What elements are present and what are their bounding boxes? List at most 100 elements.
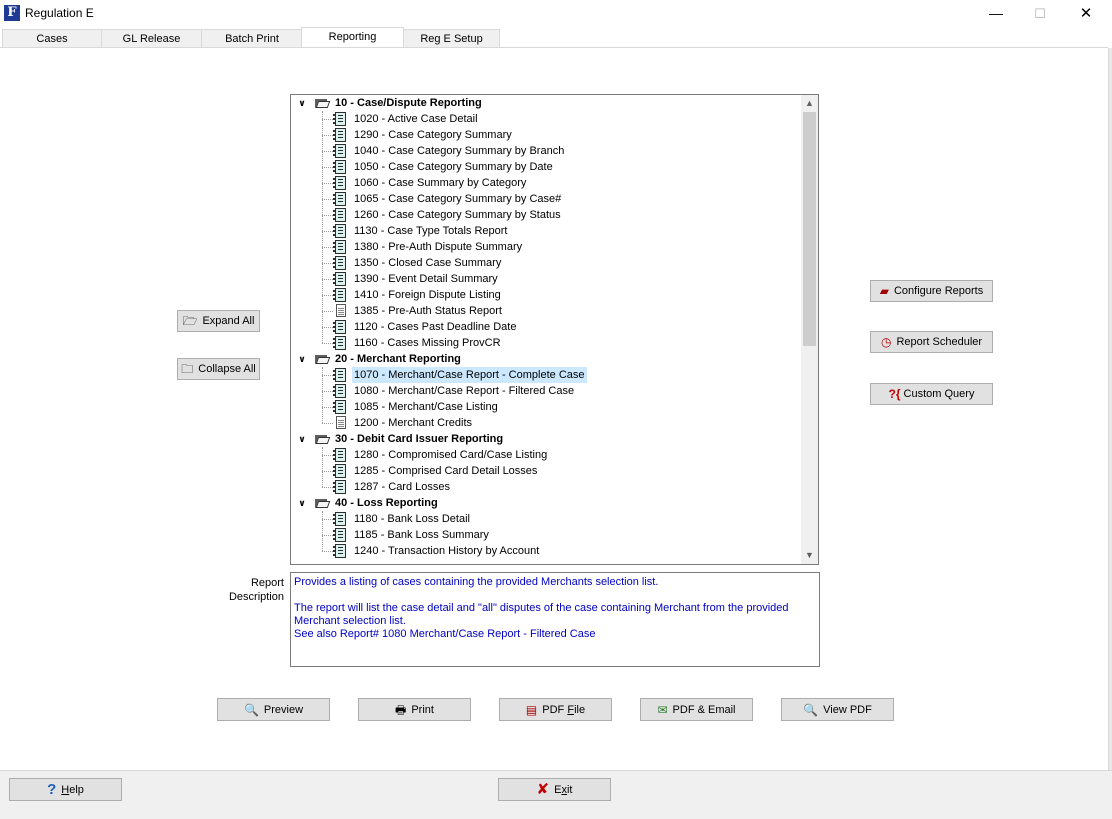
tree-connector bbox=[322, 407, 333, 408]
configure-reports-button[interactable]: ▰ Configure Reports bbox=[870, 280, 993, 302]
chevron-down-icon[interactable]: ∨ bbox=[297, 495, 307, 511]
tree-item-label: 1070 - Merchant/Case Report - Complete C… bbox=[352, 367, 587, 383]
tree-connector bbox=[322, 367, 323, 423]
tree-item[interactable]: 1185 - Bank Loss Summary bbox=[291, 527, 801, 543]
configure-reports-label: Configure Reports bbox=[893, 285, 984, 297]
scroll-down-icon[interactable]: ▼ bbox=[801, 547, 818, 564]
report-tree[interactable]: ∨ 10 - Case/Dispute Reporting 1020 - Activ… bbox=[290, 94, 819, 565]
help-button[interactable]: ? Help bbox=[9, 778, 122, 801]
pdf-file-button[interactable]: ▤ PDF File bbox=[499, 698, 612, 721]
tree-group-label: 30 - Debit Card Issuer Reporting bbox=[335, 433, 504, 445]
minimize-button[interactable]: — bbox=[973, 0, 1019, 27]
collapse-all-button[interactable]: 🗀 Collapse All bbox=[177, 358, 260, 380]
tree-item[interactable]: 1385 - Pre-Auth Status Report bbox=[291, 303, 801, 319]
close-button[interactable]: ✕ bbox=[1063, 0, 1109, 27]
chevron-down-icon[interactable]: ∨ bbox=[297, 351, 307, 367]
tree-item[interactable]: 1060 - Case Summary by Category bbox=[291, 175, 801, 191]
tree-group[interactable]: ∨ 30 - Debit Card Issuer Reporting bbox=[291, 431, 801, 447]
tree-item[interactable]: 1120 - Cases Past Deadline Date bbox=[291, 319, 801, 335]
print-button[interactable]: 🖶 Print bbox=[358, 698, 471, 721]
view-pdf-label: View PDF bbox=[823, 703, 872, 716]
report-icon bbox=[333, 160, 346, 174]
tree-item[interactable]: 1080 - Merchant/Case Report - Filtered C… bbox=[291, 383, 801, 399]
tree-item-label: 1240 - Transaction History by Account bbox=[354, 545, 540, 557]
tree-item[interactable]: 1287 - Card Losses bbox=[291, 479, 801, 495]
chevron-down-icon[interactable]: ∨ bbox=[297, 95, 307, 111]
document-icon bbox=[336, 304, 346, 317]
tree-item[interactable]: 1240 - Transaction History by Account bbox=[291, 543, 801, 559]
tab-gl-release[interactable]: GL Release bbox=[101, 29, 202, 47]
tab-batch-print[interactable]: Batch Print bbox=[201, 29, 303, 47]
tree-item-label: 1080 - Merchant/Case Report - Filtered C… bbox=[354, 385, 575, 397]
configure-icon: ▰ bbox=[879, 284, 889, 298]
tree-item[interactable]: 1260 - Case Category Summary by Status bbox=[291, 207, 801, 223]
tree-item-label: 1380 - Pre-Auth Dispute Summary bbox=[354, 241, 523, 253]
tree-item-label: 1385 - Pre-Auth Status Report bbox=[354, 305, 502, 317]
tree-group[interactable]: ∨ 20 - Merchant Reporting bbox=[291, 351, 801, 367]
tree-group-label: 10 - Case/Dispute Reporting bbox=[335, 97, 482, 109]
maximize-button[interactable]: ☐ bbox=[1017, 0, 1063, 27]
tree-item[interactable]: 1380 - Pre-Auth Dispute Summary bbox=[291, 239, 801, 255]
report-icon bbox=[333, 256, 346, 270]
tree-item[interactable]: 1350 - Closed Case Summary bbox=[291, 255, 801, 271]
tree-group[interactable]: ∨ 10 - Case/Dispute Reporting bbox=[291, 95, 801, 111]
tree-item-label: 1020 - Active Case Detail bbox=[354, 113, 478, 125]
tree-group[interactable]: ∨ 40 - Loss Reporting bbox=[291, 495, 801, 511]
exit-button[interactable]: ✘ Exit bbox=[498, 778, 611, 801]
tree-item[interactable]: 1065 - Case Category Summary by Case# bbox=[291, 191, 801, 207]
tree-item-label: 1410 - Foreign Dispute Listing bbox=[354, 289, 501, 301]
chevron-down-icon[interactable]: ∨ bbox=[297, 431, 307, 447]
tree-item[interactable]: 1290 - Case Category Summary bbox=[291, 127, 801, 143]
tree-item[interactable]: 1280 - Compromised Card/Case Listing bbox=[291, 447, 801, 463]
report-icon bbox=[333, 240, 346, 254]
tree-item[interactable]: 1040 - Case Category Summary by Branch bbox=[291, 143, 801, 159]
tab-divider bbox=[0, 47, 1108, 48]
tree-item[interactable]: 1410 - Foreign Dispute Listing bbox=[291, 287, 801, 303]
open-folder-icon: 🗁 bbox=[182, 314, 198, 328]
tree-group-label: 40 - Loss Reporting bbox=[335, 497, 438, 509]
tree-connector bbox=[322, 151, 333, 152]
preview-button[interactable]: 🔍 Preview bbox=[217, 698, 330, 721]
tree-item[interactable]: 1160 - Cases Missing ProvCR bbox=[291, 335, 801, 351]
open-folder-icon bbox=[315, 354, 331, 364]
tree-item-label: 1065 - Case Category Summary by Case# bbox=[354, 193, 562, 205]
help-label: Help bbox=[61, 783, 84, 796]
tree-item-label: 1185 - Bank Loss Summary bbox=[354, 529, 489, 541]
scroll-up-icon[interactable]: ▲ bbox=[801, 95, 818, 112]
tab-reporting[interactable]: Reporting bbox=[301, 27, 404, 48]
query-icon: ?{ bbox=[888, 387, 901, 401]
tree-item[interactable]: 1285 - Comprised Card Detail Losses bbox=[291, 463, 801, 479]
tree-item[interactable]: 1070 - Merchant/Case Report - Complete C… bbox=[291, 367, 801, 383]
tree-item-label: 1180 - Bank Loss Detail bbox=[354, 513, 470, 525]
view-pdf-button[interactable]: 🔍 View PDF bbox=[781, 698, 894, 721]
tree-item[interactable]: 1050 - Case Category Summary by Date bbox=[291, 159, 801, 175]
tree-connector bbox=[322, 183, 333, 184]
exit-label: Exit bbox=[554, 783, 573, 796]
exit-x-icon: ✘ bbox=[536, 780, 550, 798]
tab-cases[interactable]: Cases bbox=[2, 29, 102, 47]
tree-connector bbox=[322, 215, 333, 216]
pdf-email-button[interactable]: ✉ PDF & Email bbox=[640, 698, 753, 721]
tree-connector bbox=[322, 119, 333, 120]
open-folder-icon bbox=[315, 498, 331, 508]
tree-item[interactable]: 1130 - Case Type Totals Report bbox=[291, 223, 801, 239]
expand-all-label: Expand All bbox=[202, 315, 255, 327]
expand-all-button[interactable]: 🗁 Expand All bbox=[177, 310, 260, 332]
tree-connector bbox=[322, 295, 333, 296]
tree-item[interactable]: 1390 - Event Detail Summary bbox=[291, 271, 801, 287]
report-icon bbox=[333, 336, 346, 350]
tree-item[interactable]: 1180 - Bank Loss Detail bbox=[291, 511, 801, 527]
scroll-thumb[interactable] bbox=[803, 112, 816, 346]
tree-scrollbar[interactable]: ▲ ▼ bbox=[801, 95, 818, 564]
collapse-all-label: Collapse All bbox=[198, 363, 256, 375]
custom-query-button[interactable]: ?{ Custom Query bbox=[870, 383, 993, 405]
report-scheduler-button[interactable]: ◷ Report Scheduler bbox=[870, 331, 993, 353]
tree-item[interactable]: 1085 - Merchant/Case Listing bbox=[291, 399, 801, 415]
tree-item[interactable]: 1200 - Merchant Credits bbox=[291, 415, 801, 431]
report-icon bbox=[333, 144, 346, 158]
tree-item[interactable]: 1020 - Active Case Detail bbox=[291, 111, 801, 127]
tree-connector bbox=[322, 375, 333, 376]
tab-reg-e-setup[interactable]: Reg E Setup bbox=[403, 29, 500, 47]
report-description-label: Report Description bbox=[218, 576, 284, 604]
tree-item-label: 1260 - Case Category Summary by Status bbox=[354, 209, 561, 221]
